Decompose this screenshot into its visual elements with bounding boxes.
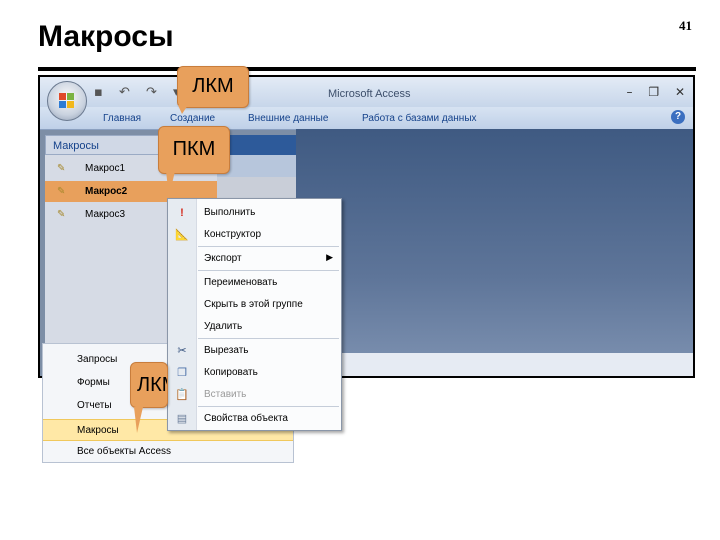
close-button[interactable]: ✕ bbox=[675, 85, 685, 99]
ribbon-tabs: Главная Создание Внешние данные Работа с… bbox=[40, 107, 693, 130]
tab-database-tools[interactable]: Работа с базами данных bbox=[362, 113, 477, 124]
context-menu: ! Выполнить 📐 Конструктор Экспорт ▶ Пере… bbox=[167, 198, 342, 431]
callout-pkm: ПКМ bbox=[158, 126, 230, 174]
menu-item-cut[interactable]: ✂ Вырезать bbox=[168, 341, 341, 361]
access-window: ▪ ↶ ↷ ▾ Microsoft Access – ❐ ✕ Главная С… bbox=[38, 75, 695, 378]
callout-lkm-top: ЛКМ bbox=[177, 66, 249, 108]
nav-item-label: Макрос1 bbox=[85, 163, 126, 174]
title-bar: ▪ ↶ ↷ ▾ Microsoft Access – ❐ ✕ bbox=[40, 77, 693, 107]
restore-button[interactable]: ❐ bbox=[648, 85, 659, 99]
page-number: 41 bbox=[679, 18, 692, 33]
nav-item-label: Макрос2 bbox=[85, 186, 128, 197]
tab-home[interactable]: Главная bbox=[103, 113, 141, 124]
macro-icon: ✎ bbox=[57, 209, 66, 220]
slide-title: Макросы bbox=[38, 20, 174, 53]
title-divider bbox=[38, 67, 696, 71]
quick-access-toolbar[interactable]: ▪ ↶ ↷ ▾ bbox=[94, 85, 186, 100]
menu-item-rename[interactable]: Переименовать bbox=[168, 273, 341, 293]
properties-icon: ▤ bbox=[176, 413, 188, 425]
run-icon: ! bbox=[180, 207, 184, 219]
menu-separator bbox=[198, 338, 339, 339]
macro-icon: ✎ bbox=[57, 186, 66, 197]
tab-create[interactable]: Создание bbox=[170, 113, 215, 124]
callout-tail bbox=[134, 407, 143, 433]
workspace-area bbox=[296, 129, 693, 376]
menu-item-design[interactable]: 📐 Конструктор bbox=[168, 225, 341, 245]
menu-item-export[interactable]: Экспорт ▶ bbox=[168, 249, 341, 269]
callout-lkm-bottom: ЛКМ bbox=[130, 362, 168, 408]
category-all-objects[interactable]: Все объекты Access bbox=[43, 441, 293, 463]
menu-separator bbox=[198, 270, 339, 271]
callout-tail bbox=[178, 105, 188, 114]
callout-tail bbox=[166, 171, 175, 197]
menu-separator bbox=[198, 406, 339, 407]
paste-icon: 📋 bbox=[175, 389, 189, 401]
menu-item-run[interactable]: ! Выполнить bbox=[168, 203, 341, 223]
minimize-button[interactable]: – bbox=[627, 85, 633, 99]
menu-separator bbox=[198, 246, 339, 247]
scissors-icon: ✂ bbox=[177, 345, 187, 357]
office-button[interactable] bbox=[47, 81, 87, 121]
macro-icon: ✎ bbox=[57, 163, 66, 174]
menu-item-hide-in-group[interactable]: Скрыть в этой группе bbox=[168, 295, 341, 315]
tab-external-data[interactable]: Внешние данные bbox=[248, 113, 328, 124]
window-controls: – ❐ ✕ bbox=[615, 85, 685, 99]
copy-icon: ❐ bbox=[177, 367, 187, 379]
menu-item-properties[interactable]: ▤ Свойства объекта bbox=[168, 409, 341, 429]
menu-item-copy[interactable]: ❐ Копировать bbox=[168, 363, 341, 383]
office-logo-icon bbox=[59, 93, 75, 109]
menu-item-paste[interactable]: 📋 Вставить bbox=[168, 385, 341, 405]
nav-item-label: Макрос3 bbox=[85, 209, 126, 220]
submenu-arrow-icon: ▶ bbox=[326, 252, 333, 262]
nav-pane-header-label: Макросы bbox=[53, 140, 99, 152]
help-icon[interactable]: ? bbox=[671, 110, 685, 124]
design-ruler-icon: 📐 bbox=[175, 229, 189, 241]
app-title: Microsoft Access bbox=[328, 88, 411, 100]
menu-item-delete[interactable]: Удалить bbox=[168, 317, 341, 337]
